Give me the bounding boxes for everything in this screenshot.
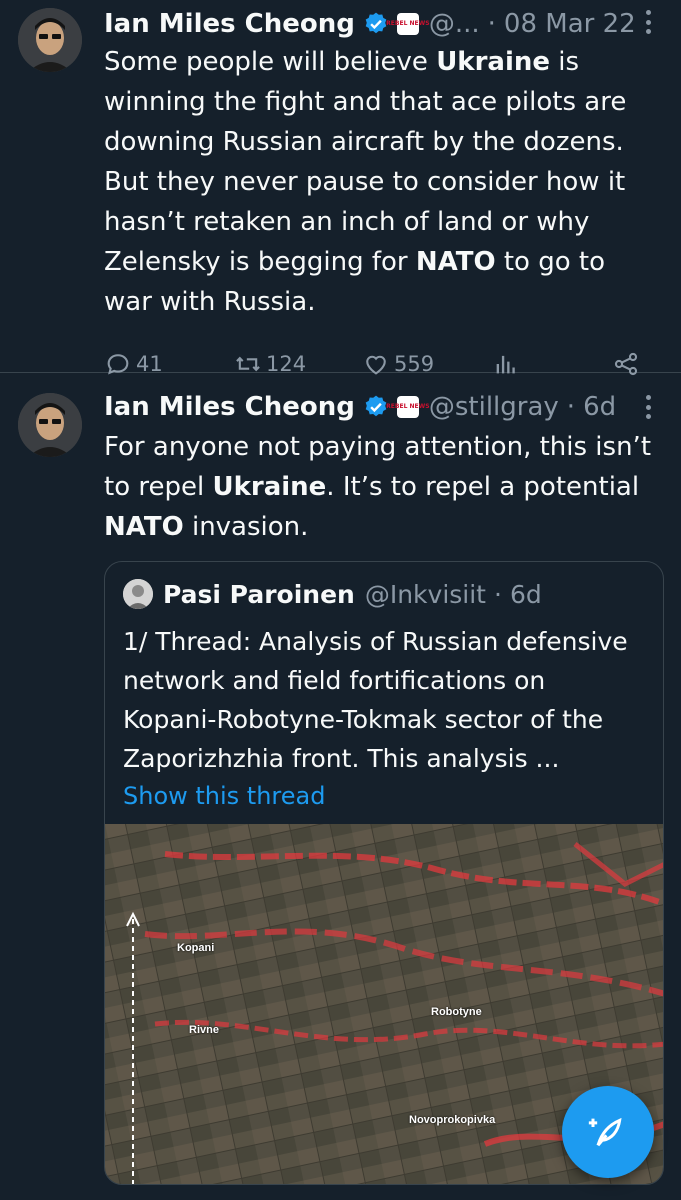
author-name[interactable]: Ian Miles Cheong [104,9,355,39]
quoted-tweet[interactable]: Pasi Paroinen @Inkvisiit · 6d 1/ Thread:… [104,561,664,1185]
quote-author-handle[interactable]: @Inkvisiit [365,580,486,609]
tweet-header: Ian Miles Cheong REBEL NEWS @... · 08 Ma… [104,2,681,46]
tweet-text: For anyone not paying attention, this is… [104,432,652,542]
more-vertical-icon[interactable] [645,10,651,34]
quote-avatar[interactable] [123,579,153,609]
separator-dot: · [487,9,496,39]
compose-button[interactable] [562,1086,654,1178]
verified-badge-icon [363,394,389,420]
avatar[interactable] [18,393,82,457]
separator-dot: · [493,579,502,609]
verified-badge-icon [363,11,389,37]
author-name[interactable]: Ian Miles Cheong [104,392,355,422]
map-label-robotyne: Robotyne [431,1006,482,1018]
tweet-header: Ian Miles Cheong REBEL NEWS @stillgray ·… [104,385,681,429]
author-handle[interactable]: @... [429,9,480,39]
show-thread-link[interactable]: Show this thread [105,778,663,824]
tweet-2[interactable]: Ian Miles Cheong REBEL NEWS @stillgray ·… [0,373,681,1185]
quote-text: 1/ Thread: Analysis of Russian defensive… [123,627,628,773]
quote-date: 6d [509,579,542,609]
compose-feather-icon [588,1117,622,1147]
map-label-rivne: Rivne [189,1024,219,1036]
affiliate-badge[interactable]: REBEL NEWS [386,13,430,35]
tweet-date[interactable]: 08 Mar 22 [504,9,636,39]
map-label-novoprokopivka: Novoprokopivka [409,1114,496,1126]
separator-dot: · [566,392,576,422]
tweet-date[interactable]: 6d [583,392,616,422]
quote-header: Pasi Paroinen @Inkvisiit · 6d [105,562,663,612]
tweet-text: Some people will believe Ukraine is winn… [104,47,627,317]
map-label-kopani: Kopani [177,942,215,954]
quote-author-name[interactable]: Pasi Paroinen [163,580,355,609]
affiliate-badge[interactable]: REBEL NEWS [386,396,430,418]
more-vertical-icon[interactable] [645,395,651,419]
author-handle[interactable]: @stillgray [429,392,559,422]
avatar[interactable] [18,8,82,72]
tweet-1[interactable]: Ian Miles Cheong REBEL NEWS @... · 08 Ma… [0,0,681,376]
